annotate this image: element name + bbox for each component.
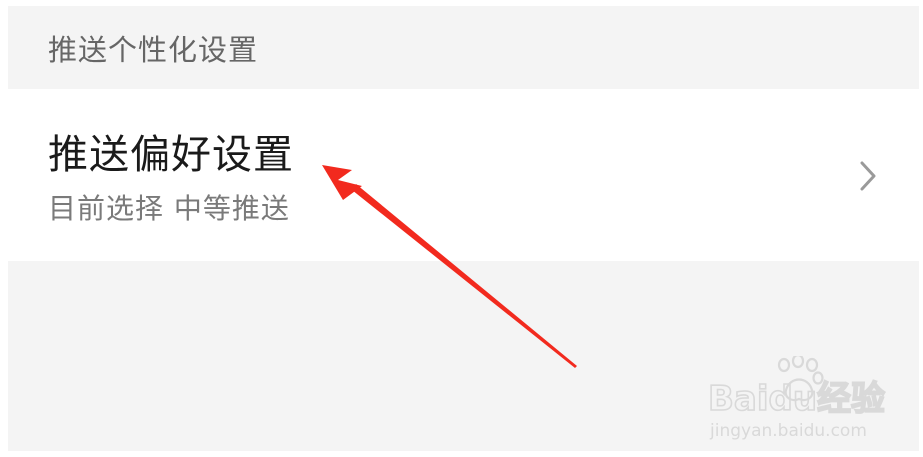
- push-preference-row[interactable]: 推送偏好设置 目前选择 中等推送: [8, 89, 919, 261]
- setting-title: 推送偏好设置: [48, 132, 294, 178]
- section-header: 推送个性化设置: [8, 6, 919, 89]
- setting-subtitle: 目前选择 中等推送: [48, 192, 290, 225]
- settings-screen: 推送个性化设置 推送偏好设置 目前选择 中等推送: [8, 6, 919, 451]
- chevron-right-icon: [860, 161, 876, 191]
- empty-area: [8, 261, 919, 451]
- section-title: 推送个性化设置: [48, 33, 259, 67]
